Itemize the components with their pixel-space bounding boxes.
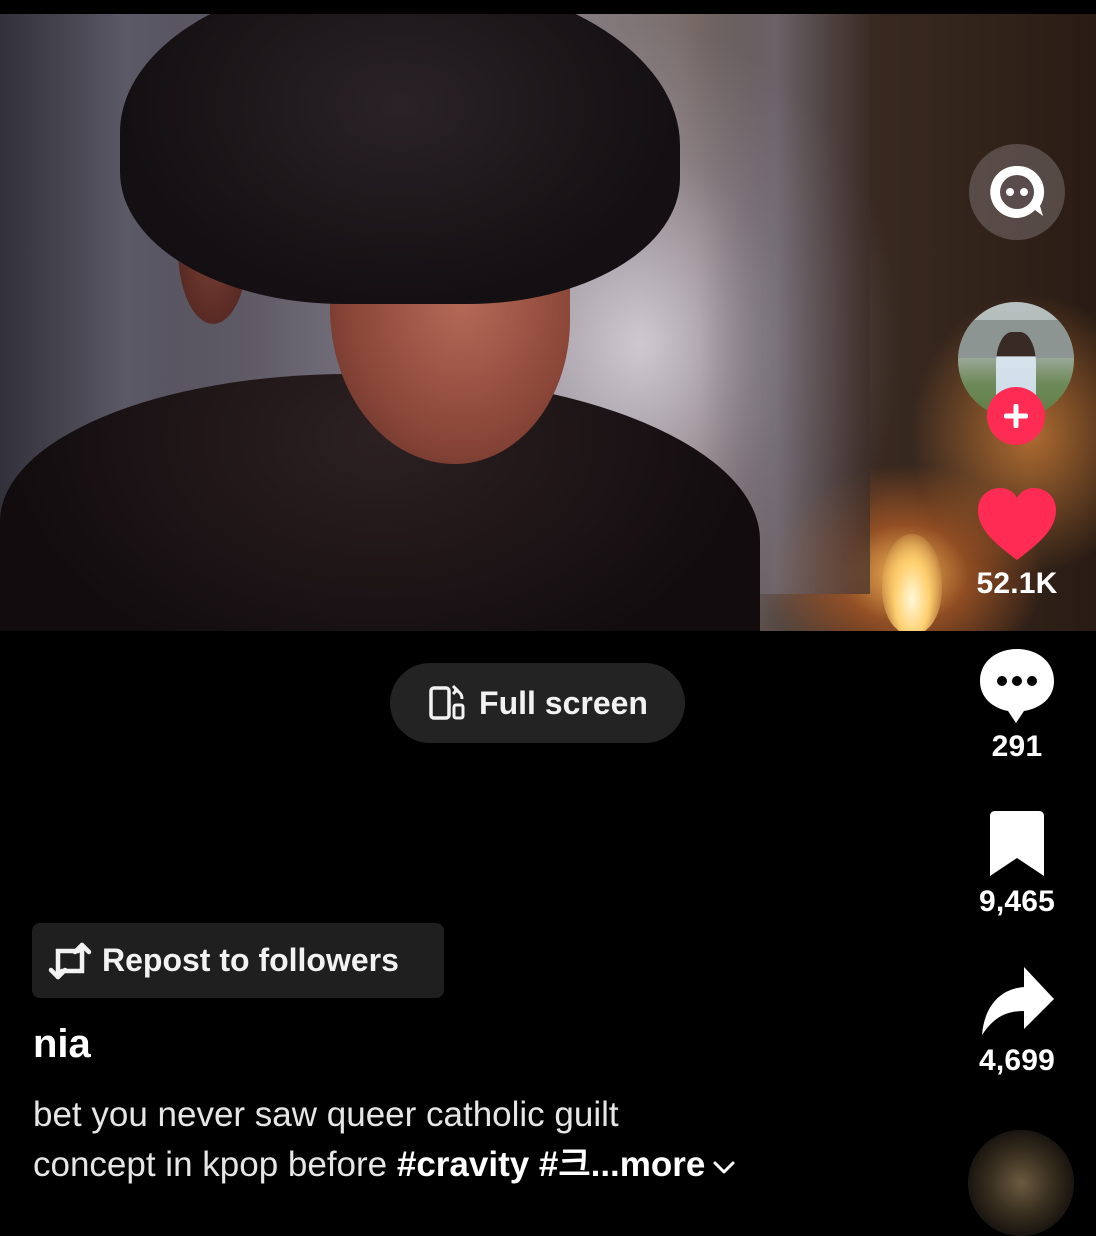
like-action[interactable]: 52.1K bbox=[962, 486, 1072, 601]
plus-icon bbox=[1004, 404, 1028, 428]
post-caption[interactable]: bet you never saw queer catholic guilt c… bbox=[33, 1090, 933, 1190]
assistant-button[interactable] bbox=[969, 144, 1065, 240]
repost-icon bbox=[48, 942, 92, 979]
chevron-down-icon[interactable] bbox=[711, 1157, 737, 1177]
bookmark-icon[interactable] bbox=[976, 810, 1058, 880]
comment-action[interactable]: 291 bbox=[962, 645, 1072, 764]
repost-label: Repost to followers bbox=[102, 942, 399, 978]
heart-icon[interactable] bbox=[976, 486, 1058, 562]
follow-button[interactable] bbox=[987, 387, 1045, 445]
fullscreen-button[interactable]: Full screen bbox=[390, 663, 685, 743]
save-count: 9,465 bbox=[978, 885, 1056, 918]
fullscreen-rotate-icon bbox=[429, 684, 465, 720]
repost-button[interactable]: Repost to followers bbox=[32, 923, 444, 998]
more-button[interactable]: ...more bbox=[591, 1145, 706, 1184]
candle-flame bbox=[882, 534, 942, 631]
share-icon[interactable] bbox=[976, 965, 1058, 1039]
like-count: 52.1K bbox=[976, 567, 1058, 600]
share-action[interactable]: 4,699 bbox=[962, 965, 1072, 1078]
save-action[interactable]: 9,465 bbox=[962, 810, 1072, 919]
hashtag-korean[interactable]: #크 bbox=[529, 1145, 591, 1184]
sound-disc[interactable] bbox=[968, 1130, 1074, 1236]
caption-line-1: bet you never saw queer catholic guilt bbox=[33, 1095, 619, 1134]
video-subject-hair bbox=[120, 14, 680, 304]
caption-line-2-text: concept in kpop before bbox=[33, 1145, 397, 1184]
creator-avatar-group[interactable] bbox=[958, 302, 1074, 445]
caption-line-2: concept in kpop before #cravity #크...mor… bbox=[33, 1140, 933, 1190]
comment-icon[interactable] bbox=[976, 645, 1058, 725]
video-player[interactable] bbox=[0, 14, 1096, 631]
fullscreen-label: Full screen bbox=[479, 684, 648, 721]
creator-username[interactable]: nia bbox=[33, 1022, 91, 1067]
comment-count: 291 bbox=[991, 730, 1043, 763]
hashtag-cravity[interactable]: #cravity bbox=[397, 1145, 529, 1184]
share-count: 4,699 bbox=[978, 1044, 1056, 1077]
chat-bubble-face-icon bbox=[990, 165, 1045, 218]
